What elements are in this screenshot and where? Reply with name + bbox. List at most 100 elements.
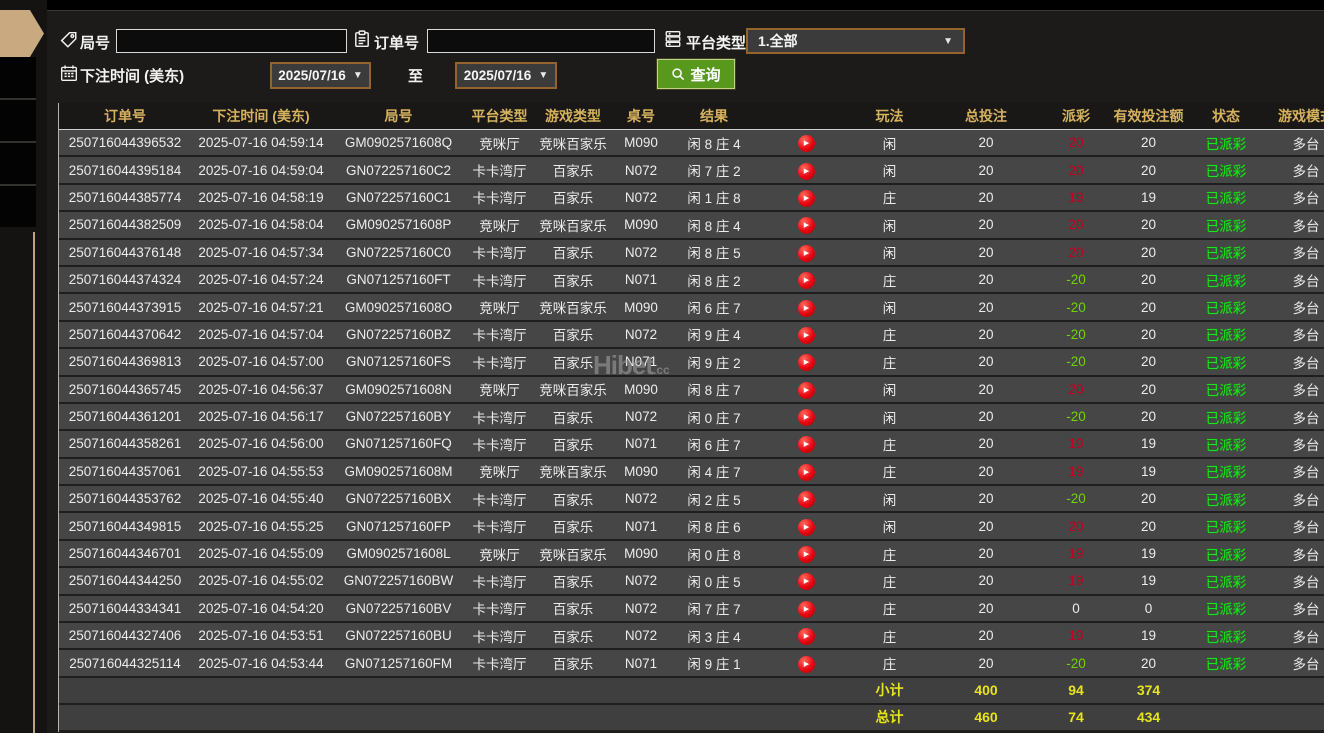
cell-game-mode: 多台 bbox=[1292, 164, 1320, 180]
cell-payout: -20 bbox=[1066, 326, 1086, 342]
replay-play-icon[interactable] bbox=[797, 162, 815, 180]
table-row: 250716044373915 2025-07-16 04:57:21 GM0902… bbox=[59, 294, 1324, 322]
date-from-value: 2025/07/16 bbox=[278, 68, 346, 83]
replay-play-icon[interactable] bbox=[797, 272, 815, 290]
cell-bet-time: 2025-07-16 04:56:17 bbox=[198, 409, 324, 425]
cell-result: 闲 8 庄 6 bbox=[687, 520, 741, 536]
cell-order-no: 250716044358261 bbox=[68, 436, 182, 452]
cell-table-no: N072 bbox=[624, 162, 658, 178]
cell-bet-time: 2025-07-16 04:55:40 bbox=[198, 491, 324, 507]
replay-play-icon[interactable] bbox=[797, 628, 815, 646]
cell-table-no: M090 bbox=[624, 381, 658, 397]
col-header-bet-time: 下注时间 (美东) bbox=[212, 108, 310, 124]
cell-game-type: 百家乐 bbox=[552, 355, 594, 371]
cell-result: 闲 9 庄 4 bbox=[687, 328, 741, 344]
cell-replay bbox=[759, 407, 853, 427]
table-row: 250716044395184 2025-07-16 04:59:04 GN0722… bbox=[59, 157, 1324, 185]
cell-result: 闲 0 庄 7 bbox=[687, 410, 741, 426]
replay-play-icon[interactable] bbox=[797, 436, 815, 454]
cell-game-no: GN072257160BW bbox=[343, 573, 454, 589]
cell-game-no: GM0902571608M bbox=[344, 463, 453, 479]
cell-order-no: 250716044357061 bbox=[68, 463, 182, 479]
replay-play-icon[interactable] bbox=[797, 518, 815, 536]
cell-status: 已派彩 bbox=[1205, 437, 1247, 453]
table-row: 250716044382509 2025-07-16 04:58:04 GM0902… bbox=[59, 212, 1324, 240]
cell-game-mode: 多台 bbox=[1292, 383, 1320, 399]
cell-game-mode: 多台 bbox=[1292, 574, 1320, 590]
cell-total-bet: 20 bbox=[978, 573, 994, 589]
cell-order-no: 250716044369813 bbox=[68, 354, 182, 370]
cell-replay bbox=[759, 270, 853, 290]
cell-play-type: 庄 bbox=[882, 191, 897, 207]
sidebar-menu-item[interactable] bbox=[0, 100, 36, 143]
cell-game-type: 百家乐 bbox=[552, 574, 594, 590]
replay-play-icon[interactable] bbox=[797, 409, 815, 427]
total-row: 总计 460 74 434 bbox=[59, 704, 1324, 732]
cell-payout: 20 bbox=[1068, 135, 1084, 151]
cell-game-mode: 多台 bbox=[1292, 218, 1320, 234]
cell-replay bbox=[759, 243, 853, 262]
cell-table-no: N072 bbox=[624, 409, 658, 425]
sidebar-active-tab[interactable] bbox=[0, 10, 44, 57]
order-no-input[interactable] bbox=[427, 29, 655, 53]
cell-platform-type: 竞咪厅 bbox=[479, 383, 520, 399]
cell-total-bet: 20 bbox=[978, 381, 994, 397]
sidebar-menu bbox=[0, 57, 36, 227]
table-row: 250716044396532 2025-07-16 04:59:14 GM0902… bbox=[59, 130, 1324, 158]
cell-result: 闲 8 庄 5 bbox=[687, 246, 741, 262]
col-header-game-type: 游戏类型 bbox=[545, 108, 601, 124]
date-from-select[interactable]: 2025/07/16 ▼ bbox=[270, 62, 371, 89]
cell-game-no: GM0902571608L bbox=[346, 546, 451, 562]
cell-status: 已派彩 bbox=[1205, 218, 1247, 234]
replay-play-icon[interactable] bbox=[797, 381, 815, 399]
date-to-select[interactable]: 2025/07/16 ▼ bbox=[455, 62, 557, 89]
replay-play-icon[interactable] bbox=[797, 299, 815, 317]
replay-play-icon[interactable] bbox=[797, 463, 815, 481]
replay-play-icon[interactable] bbox=[797, 600, 815, 618]
cell-payout: 19 bbox=[1068, 573, 1084, 589]
cell-bet-time: 2025-07-16 04:57:34 bbox=[198, 244, 324, 260]
cell-total-bet: 20 bbox=[978, 326, 994, 342]
cell-game-no: GN071257160FS bbox=[345, 354, 452, 370]
cell-valid-bet: 19 bbox=[1140, 436, 1157, 452]
replay-play-icon[interactable] bbox=[797, 189, 815, 207]
table-row: 250716044369813 2025-07-16 04:57:00 GN0712… bbox=[59, 349, 1324, 377]
cell-table-no: M090 bbox=[624, 463, 658, 479]
cell-result: 闲 8 庄 4 bbox=[687, 136, 741, 152]
game-no-label: 局号 bbox=[80, 35, 111, 52]
col-header-play-type: 玩法 bbox=[875, 108, 904, 124]
sidebar-menu-item[interactable] bbox=[0, 143, 36, 186]
platform-type-label: 平台类型 bbox=[686, 35, 747, 52]
cell-play-type: 庄 bbox=[882, 629, 897, 645]
replay-play-icon[interactable] bbox=[797, 135, 815, 153]
game-no-input[interactable] bbox=[116, 29, 347, 53]
table-row: 250716044334341 2025-07-16 04:54:20 GN0722… bbox=[59, 595, 1324, 624]
cell-order-no: 250716044361201 bbox=[68, 409, 182, 425]
cell-result: 闲 0 庄 5 bbox=[687, 574, 741, 590]
replay-play-icon[interactable] bbox=[797, 546, 815, 564]
sidebar-menu-item[interactable] bbox=[0, 186, 36, 227]
cell-result: 闲 2 庄 5 bbox=[687, 492, 741, 508]
replay-play-icon[interactable] bbox=[797, 573, 815, 591]
replay-play-icon[interactable] bbox=[797, 244, 815, 262]
cell-bet-time: 2025-07-16 04:57:24 bbox=[198, 272, 324, 288]
clipboard-icon bbox=[353, 30, 371, 48]
replay-play-icon[interactable] bbox=[797, 491, 815, 509]
sidebar-menu-item[interactable] bbox=[0, 57, 36, 100]
cell-game-mode: 多台 bbox=[1292, 547, 1320, 563]
cell-status: 已派彩 bbox=[1205, 355, 1247, 371]
cell-result: 闲 1 庄 8 bbox=[687, 191, 741, 207]
cell-game-type: 百家乐 bbox=[552, 246, 594, 262]
cell-game-mode: 多台 bbox=[1292, 465, 1320, 481]
cell-payout: 20 bbox=[1068, 162, 1084, 178]
query-button[interactable]: 查询 bbox=[657, 59, 735, 89]
replay-play-icon[interactable] bbox=[797, 655, 815, 673]
replay-play-icon[interactable] bbox=[797, 326, 815, 344]
col-header-valid-bet: 有效投注额 bbox=[1113, 108, 1184, 124]
replay-play-icon[interactable] bbox=[797, 217, 815, 235]
date-range-to-label: 至 bbox=[408, 68, 424, 85]
platform-type-select[interactable]: 1.全部 ▼ bbox=[746, 28, 965, 54]
cell-payout: 20 bbox=[1068, 244, 1084, 260]
replay-play-icon[interactable] bbox=[797, 354, 815, 372]
cell-status: 已派彩 bbox=[1205, 574, 1247, 590]
